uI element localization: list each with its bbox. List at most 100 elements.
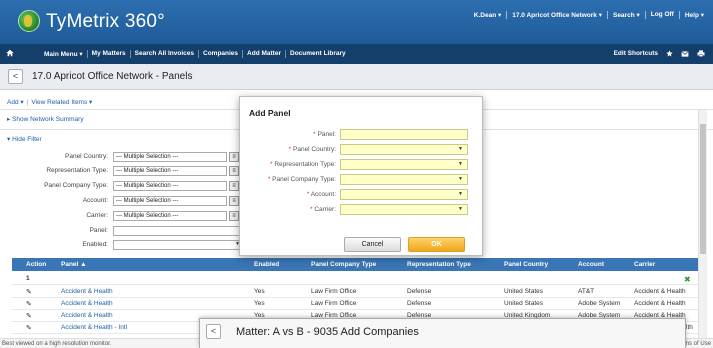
filter-label: Account: — [82, 197, 108, 204]
clear-row-icon[interactable]: ✖ — [684, 275, 691, 284]
cell-carrier: lth — [686, 324, 693, 331]
enabled-filter-select[interactable]: ▼ — [113, 240, 243, 250]
mail-icon[interactable] — [681, 50, 689, 57]
terms-of-use-link[interactable]: ms of Use — [684, 341, 711, 347]
home-icon[interactable] — [6, 49, 14, 57]
document-library-link[interactable]: Document Library — [286, 50, 350, 58]
back-button[interactable]: < — [8, 69, 23, 84]
companies-link[interactable]: Companies — [199, 50, 244, 58]
cell-account: AT&T — [578, 288, 595, 295]
edit-shortcuts-link[interactable]: Edit Shortcuts — [614, 50, 658, 57]
help-menu[interactable]: Help ▾ — [680, 11, 709, 19]
panel-filter-input[interactable] — [113, 226, 243, 236]
chevron-down-icon: ▼ — [458, 206, 463, 212]
panel-country-select[interactable]: --- Multiple Selection --- — [113, 152, 227, 162]
cell-enabled: Yes — [254, 288, 265, 295]
user-menu[interactable]: K.Dean ▾ — [469, 11, 508, 19]
cell-carrier: Accident & Health — [634, 288, 686, 295]
account-select[interactable]: --- Multiple Selection --- — [113, 196, 227, 206]
column-enabled[interactable]: Enabled — [254, 261, 279, 268]
show-network-summary-toggle[interactable]: ▸ Show Network Summary — [7, 115, 84, 123]
filter-panel-country: Panel Country: --- Multiple Selection --… — [0, 152, 240, 163]
table-row: ✎ Accident & Health Yes Law Firm Office … — [12, 298, 698, 310]
field-carrier: * Carrier: ▼ — [240, 204, 484, 215]
chevron-down-icon: ▼ — [458, 176, 463, 182]
ok-button[interactable]: OK — [408, 237, 465, 252]
table-new-row: 1 — [12, 273, 698, 285]
list-picker-icon[interactable]: ≡ — [229, 152, 239, 162]
main-menu-bar: Main Menu ▾ My Matters Search All Invoic… — [0, 44, 713, 64]
panel-link[interactable]: Accident & Health — [61, 300, 113, 307]
back-button[interactable]: < — [206, 324, 221, 339]
list-picker-icon[interactable]: ≡ — [229, 211, 239, 221]
cell-account: Adobe System — [578, 300, 621, 307]
cancel-button[interactable]: Cancel — [344, 237, 401, 252]
panel-link[interactable]: Accident & Health — [61, 288, 113, 295]
cell-rep-type: Defense — [407, 300, 432, 307]
edit-pencil-icon[interactable]: ✎ — [26, 312, 32, 320]
representation-type-select[interactable]: --- Multiple Selection --- — [113, 166, 227, 176]
column-panel[interactable]: Panel ▲ — [61, 261, 87, 268]
panel-company-type-dropdown[interactable]: ▼ — [340, 174, 468, 185]
column-account[interactable]: Account — [578, 261, 604, 268]
column-panel-company-type[interactable]: Panel Company Type — [311, 261, 376, 268]
required-marker: * — [309, 206, 313, 213]
column-representation-type[interactable]: Representation Type — [407, 261, 471, 268]
search-menu[interactable]: Search ▾ — [608, 11, 646, 19]
page-title-bar: < 17.0 Apricot Office Network - Panels — [0, 64, 713, 90]
list-picker-icon[interactable]: ≡ — [229, 166, 239, 176]
cell-rep-type: Defense — [407, 288, 432, 295]
add-dropdown[interactable]: Add ▾ — [7, 99, 24, 106]
edit-pencil-icon[interactable]: ✎ — [26, 324, 32, 332]
print-icon[interactable] — [697, 50, 705, 57]
panel-link[interactable]: Accident & Health — [61, 312, 113, 319]
page-title: 17.0 Apricot Office Network - Panels — [32, 71, 193, 82]
add-panel-dialog: Add Panel * Panel: * Panel Country: ▼ * … — [239, 96, 483, 256]
hide-filter-toggle[interactable]: ▾ Hide Filter — [7, 135, 42, 143]
list-picker-icon[interactable]: ≡ — [229, 181, 239, 191]
edit-pencil-icon[interactable]: ✎ — [26, 288, 32, 296]
carrier-select[interactable]: --- Multiple Selection --- — [113, 211, 227, 221]
row-number: 1 — [26, 275, 30, 282]
edit-pencil-icon[interactable]: ✎ — [26, 300, 32, 308]
log-off-link[interactable]: Log Off — [646, 11, 680, 19]
field-label: * Carrier: — [310, 206, 336, 213]
field-label-text: Panel Country: — [293, 146, 336, 153]
filter-label: Representation Type: — [46, 167, 108, 174]
list-picker-icon[interactable]: ≡ — [229, 196, 239, 206]
search-all-invoices-link[interactable]: Search All Invoices — [131, 50, 199, 58]
brand-title: TyMetrix 360° — [46, 11, 165, 32]
required-marker: * — [313, 131, 316, 138]
network-menu[interactable]: 17.0 Apricot Office Network ▾ — [507, 11, 608, 19]
vertical-scrollbar[interactable] — [698, 110, 707, 338]
column-panel-country[interactable]: Panel Country — [504, 261, 548, 268]
main-menu-dropdown[interactable]: Main Menu ▾ — [40, 50, 88, 58]
top-nav: K.Dean ▾ 17.0 Apricot Office Network ▾ S… — [469, 11, 709, 19]
results-table-header: Action Panel ▲ Enabled Panel Company Typ… — [12, 258, 698, 271]
required-marker: * — [267, 176, 271, 183]
star-icon[interactable] — [666, 50, 673, 57]
field-label: * Account: — [307, 191, 336, 198]
panel-name-input[interactable] — [340, 129, 468, 140]
column-carrier[interactable]: Carrier — [634, 261, 655, 268]
view-related-items-dropdown[interactable]: View Related Items ▾ — [31, 99, 92, 106]
panel-link[interactable]: Accident & Health - Intl — [61, 324, 127, 331]
panel-country-dropdown[interactable]: ▼ — [340, 144, 468, 155]
filter-enabled: Enabled: ▼ — [0, 240, 243, 251]
dialog-title: Add Panel — [249, 108, 291, 118]
add-matter-link[interactable]: Add Matter — [243, 50, 286, 58]
table-row: ✎ Accident & Health Yes Law Firm Office … — [12, 286, 698, 298]
required-marker: * — [288, 146, 292, 153]
representation-type-dropdown[interactable]: ▼ — [340, 159, 468, 170]
field-label: * Panel: — [313, 131, 336, 138]
my-matters-link[interactable]: My Matters — [88, 50, 131, 58]
field-label-text: Panel: — [317, 131, 336, 138]
field-representation-type: * Representation Type: ▼ — [240, 159, 484, 170]
account-dropdown[interactable]: ▼ — [340, 189, 468, 200]
panel-company-type-select[interactable]: --- Multiple Selection --- — [113, 181, 227, 191]
carrier-dropdown[interactable]: ▼ — [340, 204, 468, 215]
scrollbar-thumb[interactable] — [700, 124, 706, 254]
filter-label: Panel Country: — [65, 153, 108, 160]
tymetrix-logo-icon — [18, 10, 40, 32]
cell-company-type: Law Firm Office — [311, 300, 357, 307]
